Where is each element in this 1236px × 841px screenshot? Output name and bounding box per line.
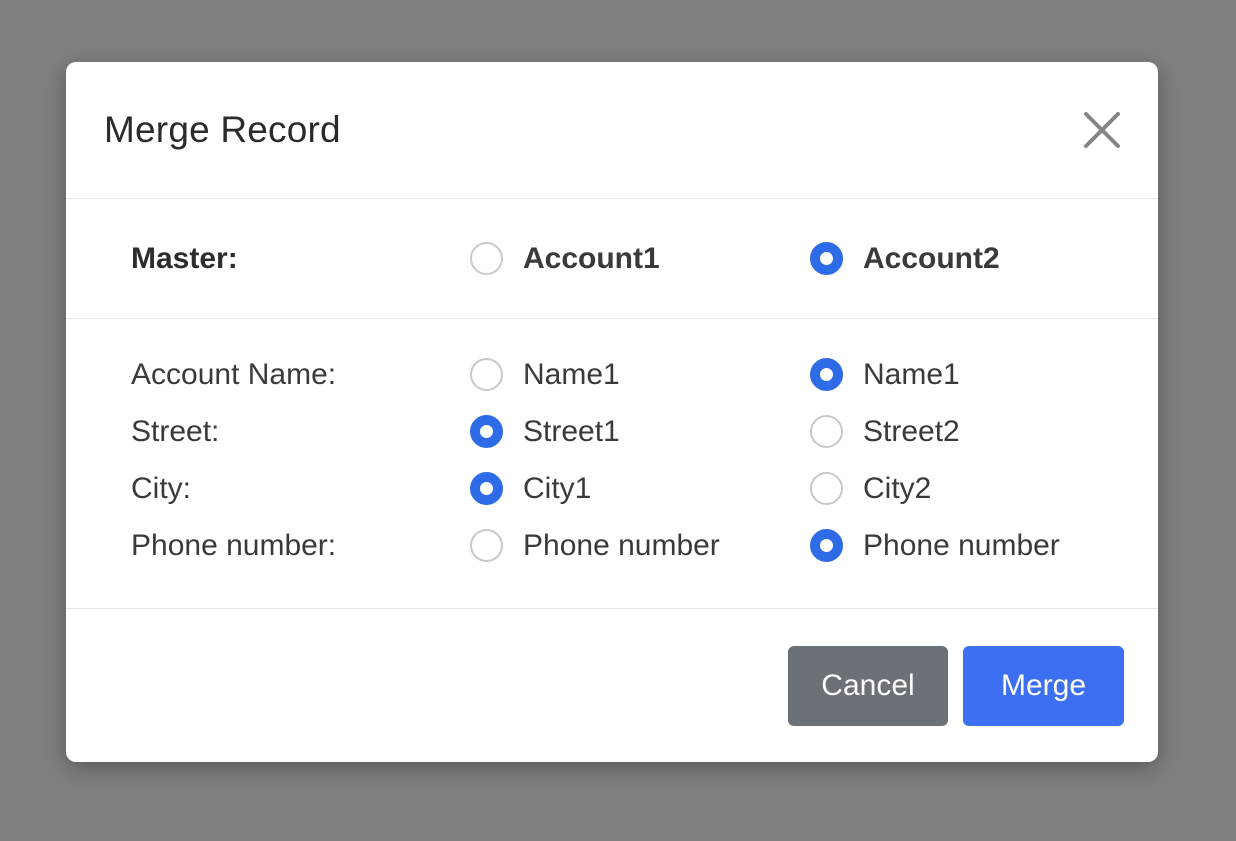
master-option-account1[interactable]: Account1	[470, 242, 810, 276]
close-button[interactable]	[1076, 104, 1128, 156]
radio-button[interactable]	[470, 529, 503, 562]
radio-option-label[interactable]: Name1	[863, 358, 960, 392]
master-option-account2[interactable]: Account2	[810, 242, 1158, 276]
merge-button[interactable]: Merge	[963, 646, 1124, 726]
option-left[interactable]: Street1	[470, 415, 810, 449]
radio-button[interactable]	[470, 242, 503, 275]
radio-button[interactable]	[810, 472, 843, 505]
radio-button[interactable]	[470, 415, 503, 448]
radio-button[interactable]	[810, 529, 843, 562]
radio-option-label[interactable]: City2	[863, 472, 931, 506]
radio-button[interactable]	[470, 358, 503, 391]
radio-button[interactable]	[470, 472, 503, 505]
radio-option-label[interactable]: Street1	[523, 415, 620, 449]
dialog-footer: Cancel Merge	[66, 608, 1158, 762]
radio-option-label[interactable]: Name1	[523, 358, 620, 392]
master-label: Master:	[131, 242, 470, 276]
merge-record-dialog: Merge Record Master: Account1 Account2	[66, 62, 1158, 762]
field-row-city: City: City1 City2	[66, 460, 1158, 517]
field-row-street: Street: Street1 Street2	[66, 403, 1158, 460]
cancel-button[interactable]: Cancel	[788, 646, 948, 726]
field-label: Account Name:	[131, 358, 470, 392]
option-left[interactable]: Phone number	[470, 529, 810, 563]
option-left[interactable]: Name1	[470, 358, 810, 392]
field-label: Phone number:	[131, 529, 470, 563]
option-left[interactable]: City1	[470, 472, 810, 506]
master-section: Master: Account1 Account2	[66, 199, 1158, 318]
field-label: Street:	[131, 415, 470, 449]
radio-option-label[interactable]: City1	[523, 472, 591, 506]
radio-option-label[interactable]: Street2	[863, 415, 960, 449]
option-right[interactable]: Name1	[810, 358, 1158, 392]
modal-backdrop: Merge Record Master: Account1 Account2	[0, 0, 1236, 841]
close-icon	[1082, 110, 1122, 150]
master-row: Master: Account1 Account2	[66, 242, 1158, 276]
radio-button[interactable]	[810, 415, 843, 448]
option-right[interactable]: Street2	[810, 415, 1158, 449]
field-row-account-name: Account Name: Name1 Name1	[66, 346, 1158, 403]
radio-option-label[interactable]: Phone number	[863, 529, 1060, 563]
field-label: City:	[131, 472, 470, 506]
radio-option-label[interactable]: Account2	[863, 242, 1000, 276]
dialog-title: Merge Record	[104, 109, 341, 151]
fields-section: Account Name: Name1 Name1 Street: Street…	[66, 318, 1158, 608]
option-right[interactable]: Phone number	[810, 529, 1158, 563]
radio-button[interactable]	[810, 358, 843, 391]
radio-button[interactable]	[810, 242, 843, 275]
option-right[interactable]: City2	[810, 472, 1158, 506]
radio-option-label[interactable]: Phone number	[523, 529, 720, 563]
field-row-phone-number: Phone number: Phone number Phone number	[66, 517, 1158, 574]
dialog-header: Merge Record	[66, 62, 1158, 199]
radio-option-label[interactable]: Account1	[523, 242, 660, 276]
